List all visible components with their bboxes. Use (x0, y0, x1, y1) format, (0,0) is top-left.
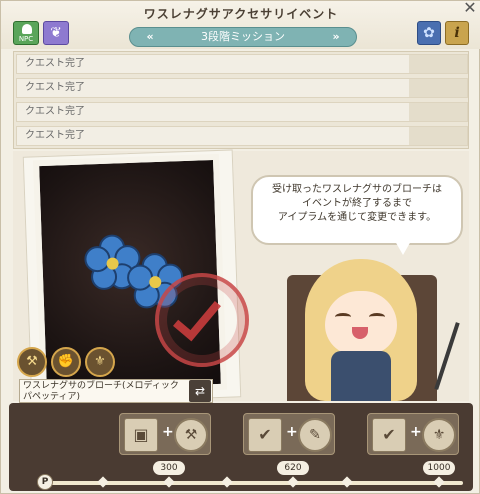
quest-row: クエスト完了 (16, 102, 468, 122)
quest-list: クエスト完了 クエスト完了 クエスト完了 クエスト完了 (13, 51, 469, 149)
progress-badge: P (37, 474, 53, 490)
reward-track: ▣ + ⚒ ✔ + ✎ ✔ + ⚜ 300 620 1000 P (9, 403, 473, 491)
scroll-icon: ✎ (298, 418, 332, 452)
window-title: ワスレナグサアクセサリイベント (143, 7, 339, 21)
progress-node (97, 476, 109, 488)
stage-selector: « 3段階ミッション » (129, 27, 357, 47)
speech-line1: 受け取ったワスレナグサのブローチは (272, 184, 442, 195)
close-button[interactable]: ✕ (461, 0, 479, 17)
speech-line2: イベントが終了するまで (302, 198, 412, 209)
quest-status-cell (409, 127, 467, 145)
reward-points: 300 (153, 461, 185, 475)
gift-box-icon: ✔ (248, 418, 282, 452)
quest-row: クエスト完了 (16, 126, 468, 146)
swap-arrows-icon: ⇄ (194, 384, 206, 398)
info-button[interactable]: i (445, 21, 469, 45)
feather-icon: ❦ (50, 25, 62, 41)
quest-label: クエスト完了 (25, 106, 85, 117)
quill-icon (434, 322, 460, 390)
crest-icon: ⚜ (422, 418, 456, 452)
character-body (331, 351, 391, 401)
checkmark-icon (173, 290, 221, 342)
progress-node (341, 476, 353, 488)
quest-label: クエスト完了 (25, 130, 85, 141)
flower-button[interactable]: ✿ (417, 21, 441, 45)
crest-icon[interactable]: ⚜ (85, 347, 115, 377)
swap-button[interactable]: ⇄ (189, 380, 211, 402)
title-bar: ワスレナグサアクセサリイベント ✕ NPC ❦ « 3段階ミッション » ✿ i (1, 0, 480, 49)
reward-tier[interactable]: ✔ + ⚜ (367, 413, 459, 455)
person-icon (22, 24, 32, 34)
flower-icon: ✿ (423, 25, 435, 41)
item-name-line2: パペッティア) (23, 392, 80, 402)
gift-box-icon: ✔ (372, 418, 406, 452)
progress-node (287, 476, 299, 488)
character-face (325, 291, 397, 355)
chest-icon: ▣ (124, 418, 158, 452)
main-panel: ⚒ ✊ ⚜ ワスレナグサのブローチ(メロディック パペッティア) ⇄ 受け取った… (13, 149, 469, 405)
plus-icon: + (162, 424, 174, 440)
quest-status-cell (409, 79, 467, 97)
reward-tier[interactable]: ✔ + ✎ (243, 413, 335, 455)
feather-button[interactable]: ❦ (43, 21, 69, 45)
event-window: ワスレナグサアクセサリイベント ✕ NPC ❦ « 3段階ミッション » ✿ i… (0, 0, 480, 494)
progress-node (433, 476, 445, 488)
completed-stamp (155, 273, 249, 367)
npc-button[interactable]: NPC (13, 21, 39, 45)
speech-line3: アイプラムを通じて変更できます。 (277, 212, 437, 223)
quest-row: クエスト完了 (16, 54, 468, 74)
character-eye-right (369, 313, 385, 321)
quest-row: クエスト完了 (16, 78, 468, 98)
plus-icon: + (286, 424, 298, 440)
progress-node (221, 476, 233, 488)
quest-status-cell (409, 55, 467, 73)
stage-prev-button[interactable]: « (140, 28, 160, 46)
reward-points: 1000 (423, 461, 455, 475)
character-eye-left (335, 313, 351, 321)
anvil-icon: ⚒ (174, 418, 208, 452)
info-icon: i (454, 25, 460, 41)
npc-label: NPC (18, 35, 34, 43)
item-name-line1: ワスレナグサのブローチ(メロディック (23, 381, 179, 391)
speech-bubble: 受け取ったワスレナグサのブローチは イベントが終了するまで アイプラムを通じて変… (251, 175, 463, 245)
quest-label: クエスト完了 (25, 82, 85, 93)
fist-icon[interactable]: ✊ (51, 347, 81, 377)
quest-status-cell (409, 103, 467, 121)
stage-label: 3段階ミッション (201, 30, 285, 43)
stage-next-button[interactable]: » (326, 28, 346, 46)
reward-tier[interactable]: ▣ + ⚒ (119, 413, 211, 455)
quest-label: クエスト完了 (25, 58, 85, 69)
progress-node (163, 476, 175, 488)
speech-tail (395, 241, 411, 255)
reward-points: 620 (277, 461, 309, 475)
plus-icon: + (410, 424, 422, 440)
item-name-box: ワスレナグサのブローチ(メロディック パペッティア) (19, 379, 213, 403)
craft-icon[interactable]: ⚒ (17, 347, 47, 377)
